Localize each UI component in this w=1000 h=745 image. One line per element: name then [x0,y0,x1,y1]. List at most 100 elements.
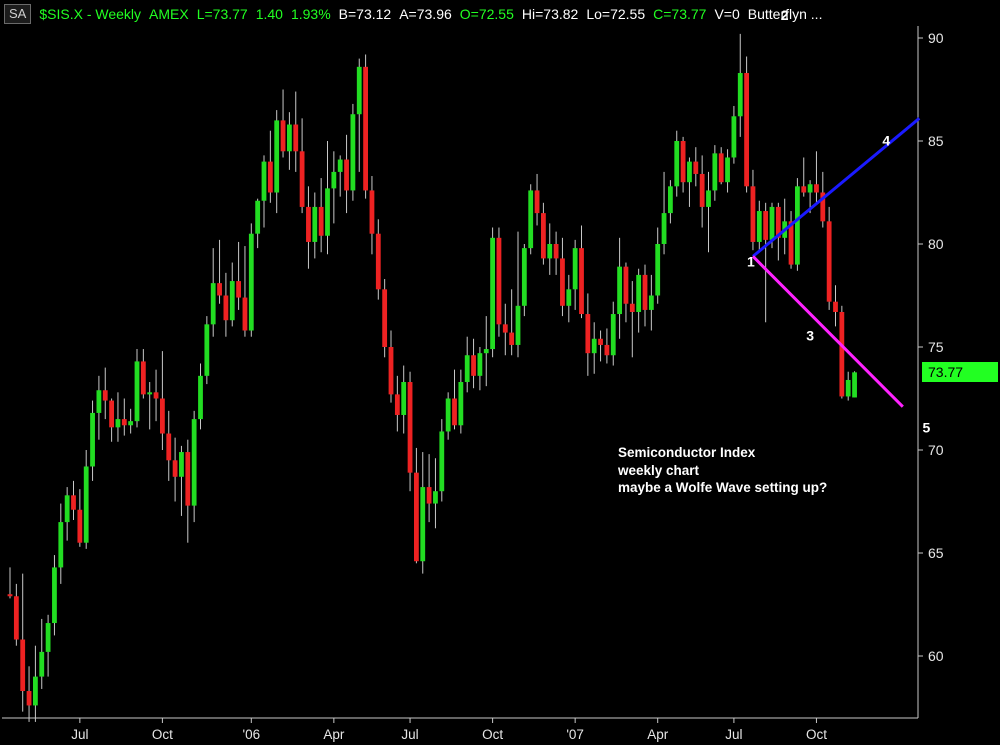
candle [160,351,165,450]
candle-body [140,361,146,395]
candle [502,303,508,356]
candle-body [287,124,292,152]
x-tick-label: Jul [401,727,418,742]
candle-body [115,419,121,428]
wave-labels-layer: 12345 [747,7,930,436]
candle [496,227,502,337]
x-tick-label: Apr [323,727,345,742]
candle-body [439,431,445,492]
candle [814,151,819,203]
candle-body [528,190,534,249]
candle [852,371,857,398]
candle-body [394,394,400,415]
candle [610,301,616,366]
candle-body [121,419,127,426]
candle [439,419,445,502]
candle [750,169,756,251]
candle-body [306,206,311,242]
candle [248,223,254,337]
candle-body [26,691,32,706]
candle-body [483,349,489,354]
candle-body [325,188,330,236]
candle [782,198,788,255]
candle-body [96,390,102,413]
y-tick-label: 65 [928,545,944,561]
candle [382,279,388,358]
candle-body [210,283,216,325]
candle-body [464,355,470,383]
candle [585,293,591,376]
candle [521,244,527,317]
candle [845,371,851,401]
candle-body [229,281,235,321]
candle [693,147,699,187]
candle [363,54,368,199]
price-chart[interactable]: 60 65 70 75 80 85 90 Jul Oct '06 Apr Jul Oct '07 Apr Ju… [0,0,1000,745]
wave-point-label: 1 [747,253,755,269]
candle-body [242,297,248,331]
candle [712,145,718,201]
candle [312,192,318,259]
symbol-badge[interactable]: SA [4,4,32,24]
candle [299,118,305,214]
trendline-1-4[interactable] [751,117,921,258]
candle [515,231,521,358]
candle [775,202,781,261]
candle-body [445,398,451,432]
candle [274,110,280,214]
candle [293,91,299,172]
candle [369,176,375,255]
candle-body [598,338,603,345]
candle [680,136,686,193]
candle-body [591,338,597,354]
candle [267,130,273,203]
candle [661,171,667,255]
candle-body [490,237,495,350]
candle [337,155,343,197]
candle-body [610,314,616,356]
x-tick-label: Jul [725,727,742,742]
candle-body [706,190,711,207]
candle [572,239,578,310]
candle-body [248,233,254,331]
candle-body [350,114,356,191]
candle [20,573,26,712]
wave-point-label: 5 [923,420,931,436]
candle-body [801,186,807,193]
candle-body [179,452,184,477]
candle-body [718,153,724,183]
candle [591,322,597,374]
candle-body [363,66,368,191]
candle-body [236,281,241,298]
quote-field: O=72.55 [459,6,514,22]
candle [191,410,197,523]
quote-field: A=73.96 [399,6,452,22]
candle-body [471,355,476,376]
candle [242,246,248,337]
candle-body [763,211,769,240]
candle [344,134,349,214]
candle-body [13,596,19,640]
candle [731,105,737,164]
candle-body [426,487,432,504]
candle-body [648,295,654,310]
candle [71,480,76,521]
candle-body [839,311,845,397]
candle [648,274,654,331]
candle-body [725,157,730,183]
candle [629,281,635,358]
candle-body [7,594,13,597]
candle-body [731,116,737,158]
candle-body [496,237,502,325]
candle-body [420,487,426,562]
candle-body [534,190,540,214]
quote-field: V=0 [714,6,740,22]
candle [394,375,400,432]
candle [795,178,800,271]
y-tick-label: 70 [928,442,944,458]
candle-body [826,221,832,302]
x-tick-label: Apr [647,727,669,742]
candle-body [160,398,165,434]
candle [229,262,235,327]
candle [623,262,629,323]
